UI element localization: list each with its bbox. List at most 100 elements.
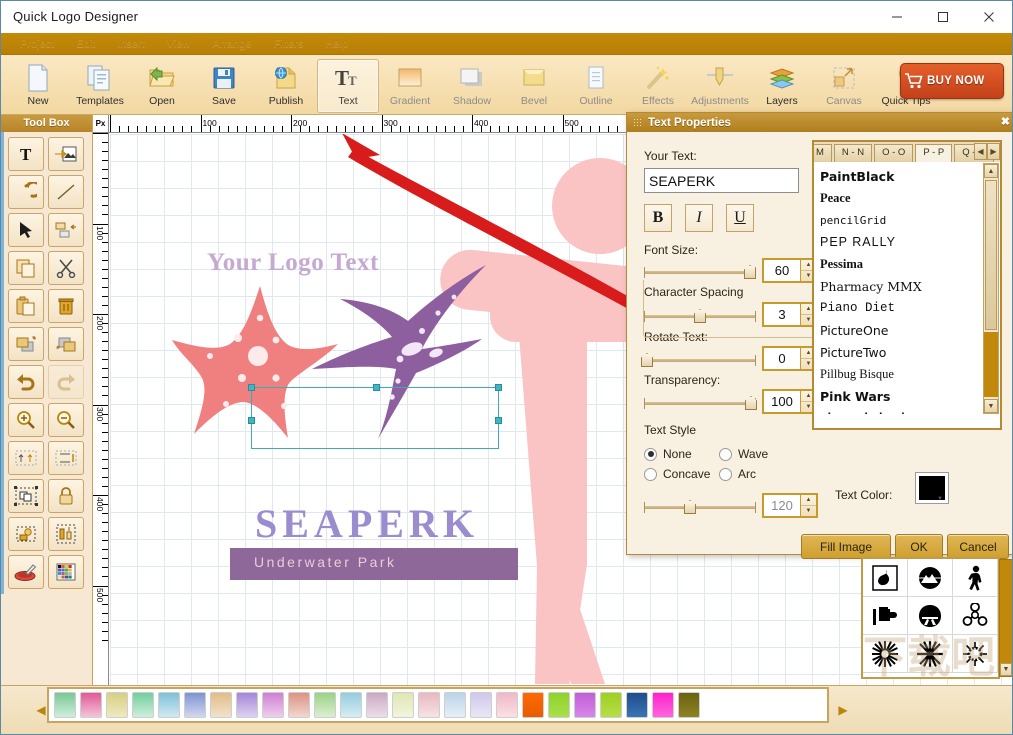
- dialog-close-icon[interactable]: ✖: [1001, 115, 1010, 128]
- font-list-item[interactable]: PictureTwo: [820, 341, 982, 363]
- palette-swatch[interactable]: [600, 692, 622, 718]
- tool-bring-forward[interactable]: [8, 327, 44, 361]
- style-none-radio[interactable]: None: [644, 447, 692, 461]
- scroll-thumb[interactable]: [985, 180, 997, 330]
- palette-swatch[interactable]: [288, 692, 310, 718]
- font-list-item[interactable]: PaintBlack: [820, 165, 982, 187]
- tool-zoom-in[interactable]: [8, 403, 44, 437]
- tool-line[interactable]: [48, 175, 84, 209]
- shape-cell-helmet-face[interactable]: [908, 597, 953, 635]
- scroll-up-icon[interactable]: ▲: [984, 164, 998, 178]
- cancel-button[interactable]: Cancel: [947, 534, 1009, 559]
- shape-cell-biohazard[interactable]: [953, 597, 998, 635]
- toolbar-canvas[interactable]: Canvas: [813, 59, 875, 113]
- spin-down-icon[interactable]: ▼: [801, 505, 816, 516]
- menu-edit[interactable]: Edit: [65, 36, 106, 52]
- font-tab-n[interactable]: N - N: [834, 144, 872, 162]
- palette-swatch[interactable]: [366, 692, 388, 718]
- tool-cut[interactable]: [48, 251, 84, 285]
- tool-eyedropper[interactable]: [8, 555, 44, 589]
- palette-swatch[interactable]: [678, 692, 700, 718]
- tool-copy[interactable]: [8, 251, 44, 285]
- tagline-bar[interactable]: Underwater Park: [230, 548, 518, 580]
- tool-object-effects[interactable]: [8, 517, 44, 551]
- transparency-numbox[interactable]: 100 ▲▼: [762, 389, 818, 414]
- shape-panel-scrollbar[interactable]: ▼: [999, 559, 1013, 677]
- font-list-item[interactable]: Pessima: [820, 253, 982, 275]
- tool-swatches[interactable]: [48, 555, 84, 589]
- font-size-track[interactable]: [644, 271, 756, 274]
- shape-scroll-down-icon[interactable]: ▼: [1000, 663, 1012, 676]
- rotate-text-numbox[interactable]: 0 ▲▼: [762, 346, 818, 371]
- shape-cell-walking-person[interactable]: [953, 559, 998, 597]
- rotate-text-knob[interactable]: [641, 353, 653, 367]
- toolbar-effects[interactable]: Effects: [627, 59, 689, 113]
- palette-prev-arrow[interactable]: ◀: [34, 700, 48, 720]
- shape-cell-pear[interactable]: [863, 559, 908, 597]
- tool-rotate[interactable]: [8, 175, 44, 209]
- tool-zoom-out[interactable]: [48, 403, 84, 437]
- toolbar-gradient[interactable]: Gradient: [379, 59, 441, 113]
- palette-swatch[interactable]: [340, 692, 362, 718]
- selection-handle-mr[interactable]: [495, 417, 502, 424]
- menu-arrange[interactable]: Arrange: [201, 36, 262, 52]
- toolbar-bevel[interactable]: Bevel: [503, 59, 565, 113]
- tool-group[interactable]: [8, 479, 44, 513]
- buy-now-button[interactable]: BUY NOW: [900, 63, 1004, 99]
- toolbar-outline[interactable]: Outline: [565, 59, 627, 113]
- toolbar-shadow[interactable]: Shadow: [441, 59, 503, 113]
- tool-delete[interactable]: [48, 289, 84, 323]
- tool-redo[interactable]: [48, 365, 84, 399]
- palette-swatch[interactable]: [522, 692, 544, 718]
- font-tab-p[interactable]: P - P: [915, 144, 952, 162]
- font-tab-m[interactable]: M: [814, 144, 832, 162]
- toolbar-templates[interactable]: Templates: [69, 59, 131, 113]
- tool-select[interactable]: [8, 213, 44, 247]
- tool-send-backward[interactable]: [48, 327, 84, 361]
- toolbar-layers[interactable]: Layers: [751, 59, 813, 113]
- font-list-item[interactable]: pencilGrid: [820, 209, 982, 231]
- shape-cell-sunburst[interactable]: [953, 635, 998, 673]
- palette-swatch[interactable]: [132, 692, 154, 718]
- palette-swatch[interactable]: [392, 692, 414, 718]
- palette-swatch[interactable]: [236, 692, 258, 718]
- toolbar-open[interactable]: Open: [131, 59, 193, 113]
- toolbar-publish[interactable]: Publish: [255, 59, 317, 113]
- palette-swatch[interactable]: [80, 692, 102, 718]
- tool-distribute[interactable]: [48, 517, 84, 551]
- tool-flip-vertical[interactable]: [48, 441, 84, 475]
- palette-next-arrow[interactable]: ▶: [836, 700, 850, 720]
- arc-track[interactable]: [644, 506, 756, 509]
- tool-undo[interactable]: [8, 365, 44, 399]
- menu-view[interactable]: View: [156, 36, 202, 52]
- toolbar-new[interactable]: New: [7, 59, 69, 113]
- brand-text[interactable]: SEAPERK: [255, 500, 479, 547]
- font-list-item[interactable]: planned obsolescence: [820, 407, 982, 414]
- menu-insert[interactable]: Insert: [106, 36, 156, 52]
- toolbar-adjustments[interactable]: Adjustments: [689, 59, 751, 113]
- palette-swatch-strip[interactable]: [47, 687, 829, 723]
- selection-box[interactable]: [251, 387, 499, 449]
- arc-spinner[interactable]: ▲▼: [800, 495, 816, 516]
- palette-swatch[interactable]: [54, 692, 76, 718]
- selection-handle-ml[interactable]: [248, 417, 255, 424]
- style-arc-radio[interactable]: Arc: [719, 467, 756, 481]
- font-list-item[interactable]: PictureOne: [820, 319, 982, 341]
- close-button[interactable]: [966, 1, 1012, 33]
- palette-swatch[interactable]: [496, 692, 518, 718]
- style-concave-radio[interactable]: Concave: [644, 467, 710, 481]
- tool-paste[interactable]: [8, 289, 44, 323]
- minimize-button[interactable]: [874, 1, 920, 33]
- your-text-input[interactable]: [644, 168, 799, 193]
- logo-placeholder-text[interactable]: Your Logo Text: [207, 249, 379, 277]
- bold-button[interactable]: B: [644, 204, 672, 232]
- selection-handle-tc[interactable]: [373, 384, 380, 391]
- palette-swatch[interactable]: [106, 692, 128, 718]
- font-list-item[interactable]: PEP RALLY: [820, 231, 982, 253]
- palette-swatch[interactable]: [548, 692, 570, 718]
- menu-help[interactable]: Help: [314, 36, 359, 52]
- font-list-item[interactable]: Peace: [820, 187, 982, 209]
- arc-knob[interactable]: [684, 500, 696, 514]
- menu-filters[interactable]: Filters: [263, 36, 315, 52]
- text-color-swatch-button[interactable]: ▼: [915, 472, 949, 504]
